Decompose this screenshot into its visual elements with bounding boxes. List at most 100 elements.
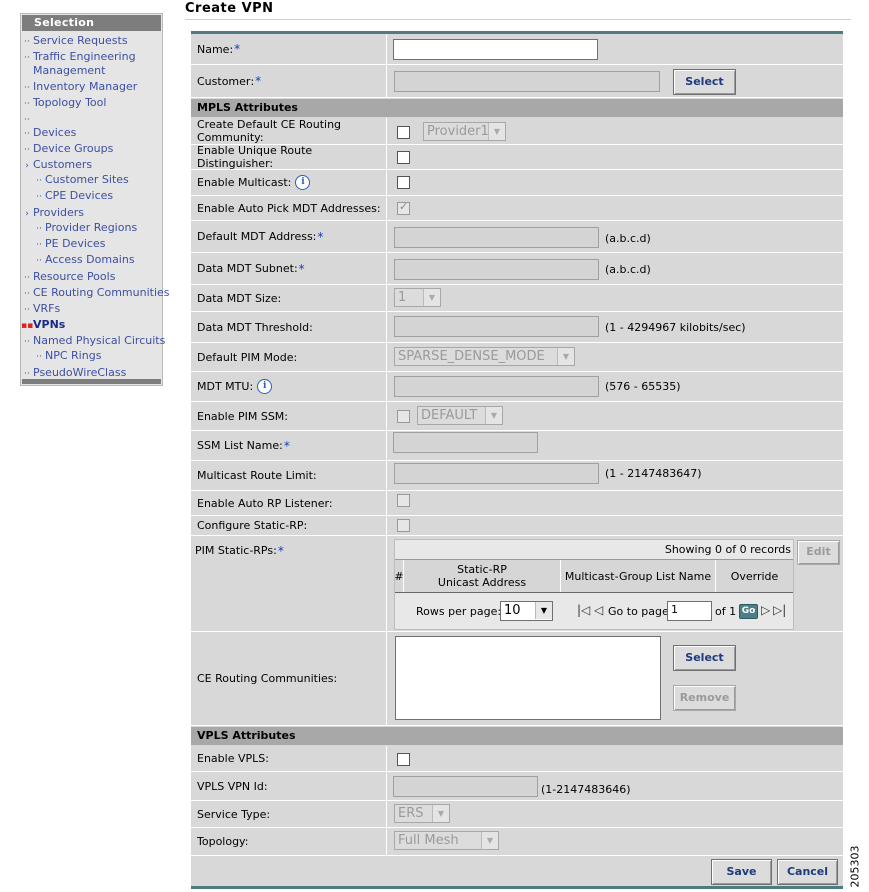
sidebar-item-ce-routing-communities[interactable]: ·· CE Routing Communities — [21, 286, 169, 302]
data-mdt-subnet-value-cell: (a.b.c.d) — [386, 253, 844, 284]
sidebar-item-providers[interactable]: › Providers — [21, 206, 163, 222]
rows-per-page-select[interactable]: 10 ▼ — [500, 601, 553, 621]
cancel-button[interactable]: Cancel — [777, 859, 838, 885]
mdt-mtu-value-cell: (576 - 65535) — [386, 372, 844, 401]
bullet-icon: ·· — [24, 305, 30, 315]
info-icon[interactable]: i — [295, 175, 311, 190]
sidebar-item-label: PseudoWireClass — [33, 366, 127, 379]
bullet-icon: ·· — [36, 176, 42, 186]
row-mdt-mtu: MDT MTU: i (576 - 65535) — [191, 372, 843, 402]
enable-vpls-value-cell — [386, 746, 844, 771]
unique-rd-checkbox[interactable] — [397, 151, 410, 164]
sidebar-item-inventory-manager[interactable]: ·· Inventory Manager — [21, 80, 163, 96]
sidebar-item-label: Topology Tool — [33, 96, 107, 109]
goto-page-input[interactable]: 1 — [667, 601, 712, 621]
data-mdt-size-value-cell: 1 ▼ — [386, 285, 844, 311]
bullet-icon: ·· — [24, 129, 30, 139]
auto-pick-mdt-label: Enable Auto Pick MDT Addresses: — [197, 201, 381, 215]
enable-vpls-checkbox[interactable] — [397, 753, 410, 766]
row-enable-vpls: Enable VPLS: — [191, 746, 843, 772]
bullet-icon: ·· — [24, 115, 30, 125]
sidebar-item-label: Traffic Engineering — [33, 50, 136, 63]
default-pim-mode-select-value: SPARSE_DENSE_MODE — [398, 349, 545, 364]
default-mdt-hint: (a.b.c.d) — [605, 232, 651, 245]
mroute-limit-input — [394, 463, 599, 484]
sidebar-item-label: Customers — [33, 158, 93, 171]
sidebar-item-devices[interactable]: ·· Devices — [21, 126, 163, 142]
data-mdt-subnet-label: Data MDT Subnet: * — [197, 261, 305, 276]
default-mdt-label-text: Default MDT Address — [197, 230, 313, 243]
sidebar-item-label: CPE Devices — [45, 189, 114, 202]
bullet-icon: ·· — [24, 273, 30, 283]
pim-static-rps-value-cell: Showing 0 of 0 records # Static-RP Unica… — [386, 536, 844, 631]
create-default-ce-checkbox[interactable] — [397, 126, 410, 139]
chevron-down-icon: ▼ — [488, 123, 505, 140]
col-header-override[interactable]: Override — [716, 560, 793, 592]
row-default-pim-mode: Default PIM Mode: SPARSE_DENSE_MODE ▼ — [191, 343, 843, 372]
pim-ssm-label: Enable PIM SSM: — [197, 409, 288, 423]
info-icon[interactable]: i — [257, 379, 273, 394]
sidebar-item-resource-pools[interactable]: ·· Resource Pools — [21, 270, 163, 286]
sidebar-item-label: Access Domains — [45, 253, 135, 266]
col-header-static-rp[interactable]: Static-RP Unicast Address — [404, 560, 561, 592]
sidebar-item-label: Inventory Manager — [33, 80, 138, 93]
mdt-mtu-label-text: MDT MTU: — [197, 380, 254, 393]
sidebar-item-traffic-engineering-cont[interactable]: Management — [21, 64, 175, 80]
customer-label-text: Customer — [197, 74, 251, 88]
pim-static-rps-table: Showing 0 of 0 records # Static-RP Unica… — [394, 539, 794, 630]
sidebar-item-topology-tool[interactable]: ·· Topology Tool — [21, 96, 163, 112]
ce-rc-select-button[interactable]: Select — [673, 645, 736, 671]
sidebar-item-vrfs[interactable]: ·· VRFs — [21, 302, 163, 318]
chevron-down-icon: ▼ — [432, 805, 449, 822]
name-input[interactable] — [393, 39, 598, 60]
pim-ssm-select: DEFAULT ▼ — [417, 406, 503, 425]
col-header-mcast-group[interactable]: Multicast-Group List Name — [561, 560, 716, 592]
sidebar-item-named-physical-circuits[interactable]: ·· Named Physical Circuits — [21, 334, 165, 350]
prev-page-icon[interactable]: ◁ — [594, 603, 603, 617]
row-pim-static-rps: PIM Static-RPs: * Showing 0 of 0 records … — [191, 536, 843, 632]
default-mdt-input — [394, 227, 599, 248]
sidebar-item-label: Device Groups — [33, 142, 114, 155]
bullet-icon: ·· — [24, 99, 30, 109]
table-header-row: # Static-RP Unicast Address Multicast-Gr… — [394, 559, 793, 593]
first-page-icon[interactable]: |◁ — [577, 603, 590, 617]
row-ssm-list-name: SSM List Name: * — [191, 431, 843, 461]
sidebar-item-vpns[interactable]: ▪▪VPNs — [21, 318, 163, 334]
last-page-icon[interactable]: ▷| — [773, 603, 786, 617]
sidebar-item-device-groups[interactable]: ·· Device Groups — [21, 142, 163, 158]
row-customer: Customer: * Select — [191, 65, 843, 98]
chevron-down-icon: ▼ — [535, 602, 552, 619]
row-unique-rd: Enable Unique Route Distinguisher: — [191, 144, 843, 170]
save-button[interactable]: Save — [711, 859, 772, 885]
sidebar-item-customers[interactable]: › Customers — [21, 158, 163, 174]
sidebar-item-cpe-devices[interactable]: ·· CPE Devices — [21, 189, 175, 205]
row-auto-rp: Enable Auto RP Listener: — [191, 491, 843, 516]
sidebar-item-access-domains[interactable]: ·· Access Domains — [21, 253, 175, 269]
static-rp-checkbox — [397, 519, 410, 532]
create-default-ce-value-cell: Provider1 ▼ — [386, 118, 844, 144]
row-mroute-limit: Multicast Route Limit: (1 - 2147483647) — [191, 461, 843, 491]
default-mdt-value-cell: (a.b.c.d) — [386, 221, 844, 252]
required-asterisk: * — [298, 261, 305, 276]
create-default-ce-select: Provider1 ▼ — [423, 122, 506, 141]
ce-routing-communities-list[interactable] — [395, 636, 661, 720]
bullet-icon: ·· — [36, 224, 42, 234]
create-default-ce-select-value: Provider1 — [427, 124, 489, 139]
sidebar-item-provider-regions[interactable]: ·· Provider Regions — [21, 221, 175, 237]
row-static-rp: Configure Static-RP: — [191, 516, 843, 536]
rows-per-page-label: Rows per page: — [416, 605, 502, 618]
service-type-select: ERS ▼ — [394, 804, 450, 823]
bullet-icon: ·· — [36, 192, 42, 202]
customer-select-button[interactable]: Select — [673, 69, 736, 95]
sidebar-item-service-requests[interactable]: ·· Service Requests — [21, 34, 163, 50]
page-title: Create VPN — [185, 1, 274, 16]
multicast-checkbox[interactable] — [397, 176, 410, 189]
next-page-icon[interactable]: ▷ — [761, 603, 770, 617]
create-default-ce-label: Create Default CE Routing Community: — [197, 118, 342, 144]
sidebar-item-npc-rings[interactable]: ·· NPC Rings — [21, 349, 175, 365]
sidebar-item-pe-devices[interactable]: ·· PE Devices — [21, 237, 175, 253]
sidebar-item-customer-sites[interactable]: ·· Customer Sites — [21, 173, 175, 189]
go-button[interactable]: Go — [739, 604, 758, 619]
auto-pick-mdt-value-cell — [386, 196, 844, 220]
multicast-label: Enable Multicast: i — [197, 170, 383, 195]
